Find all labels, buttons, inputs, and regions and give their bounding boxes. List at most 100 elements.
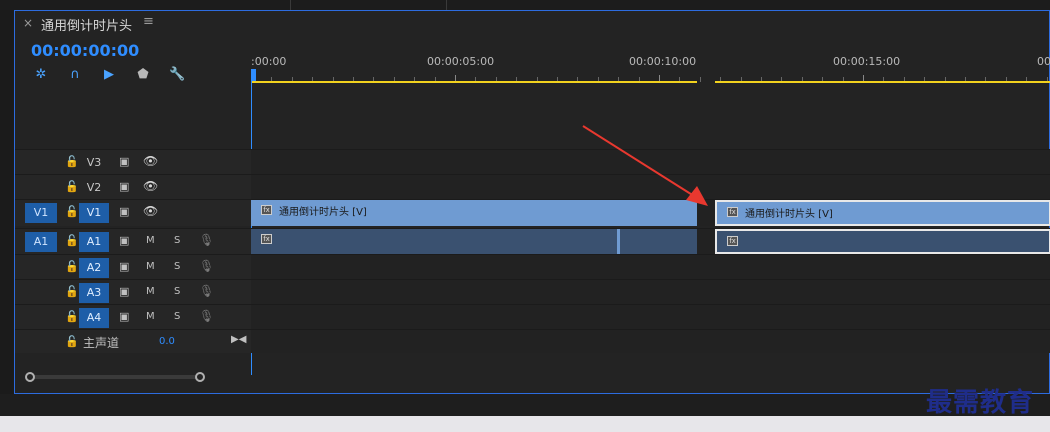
playhead-timecode[interactable]: 00:00:00:00 — [31, 41, 139, 60]
track-name[interactable]: A1 — [79, 232, 109, 252]
film-icon[interactable]: ▣ — [119, 234, 129, 247]
mic-icon[interactable]: 🎙 — [199, 309, 214, 323]
eye-icon[interactable]: 👁 — [143, 204, 158, 218]
lock-icon[interactable]: 🔓 — [65, 180, 79, 193]
clip-marker — [617, 229, 620, 254]
close-icon[interactable]: × — [23, 16, 33, 30]
track-name[interactable]: A3 — [79, 283, 109, 303]
lock-icon[interactable]: 🔓 — [65, 155, 79, 168]
panel-tab-bar: × 通用倒计时片头 ≡ — [15, 11, 1049, 37]
mute-button[interactable]: M — [146, 261, 155, 272]
track-header: 🔓 主声道 0.0 ▶◀ — [15, 330, 251, 353]
track-name[interactable]: V3 — [79, 153, 109, 173]
track-master: 🔓 主声道 0.0 ▶◀ — [15, 329, 1050, 353]
fx-badge-icon: fx — [727, 236, 738, 246]
track-a1: A1 🔓 A1 ▣ M S 🎙 fx fx — [15, 228, 1050, 254]
add-marker-icon[interactable]: ⬟ — [135, 67, 151, 83]
track-name[interactable]: V2 — [79, 178, 109, 198]
film-icon[interactable]: ▣ — [119, 310, 129, 323]
eye-icon[interactable]: 👁 — [143, 179, 158, 193]
lock-icon[interactable]: 🔓 — [65, 205, 79, 218]
watermark-logo: 最需教育 — [926, 388, 1035, 418]
track-lane[interactable]: fx fx — [251, 229, 1050, 254]
mic-icon[interactable]: 🎙 — [199, 284, 214, 298]
ruler-label: 00:00:05:00 — [427, 55, 495, 68]
ruler-label: 00:00:15:00 — [833, 55, 901, 68]
nest-icon[interactable]: ✲ — [33, 67, 49, 83]
lock-icon[interactable]: 🔓 — [65, 260, 79, 273]
clip-label: 通用倒计时片头 [V] — [745, 209, 833, 220]
source-patch[interactable]: A1 — [25, 232, 57, 252]
zoom-scrollbar[interactable] — [25, 372, 205, 382]
mic-icon[interactable]: 🎙 — [199, 233, 214, 247]
track-header: A1 🔓 A1 ▣ M S 🎙 — [15, 229, 251, 254]
ruler-label: 00:00:10:00 — [629, 55, 697, 68]
master-volume-value[interactable]: 0.0 — [159, 336, 175, 347]
time-ruler[interactable]: :00:00 00:00:05:00 00:00:10:00 00:00:15:… — [251, 51, 1050, 89]
mute-button[interactable]: M — [146, 311, 155, 322]
video-clip[interactable]: fx 通用倒计时片头 [V] — [251, 200, 697, 226]
sequence-tab-title[interactable]: 通用倒计时片头 — [41, 15, 132, 34]
solo-button[interactable]: S — [174, 286, 180, 297]
track-v2: 🔓 V2 ▣ 👁 — [15, 174, 1050, 199]
ruler-label: 00:0 — [1037, 55, 1050, 68]
track-a3: 🔓 A3 ▣ M S 🎙 — [15, 279, 1050, 304]
source-patch[interactable]: V1 — [25, 203, 57, 223]
lock-icon[interactable]: 🔓 — [65, 234, 79, 247]
scroll-handle-left[interactable] — [25, 372, 35, 382]
film-icon[interactable]: ▣ — [119, 205, 129, 218]
track-lane[interactable] — [251, 150, 1050, 174]
divider — [446, 0, 447, 10]
solo-button[interactable]: S — [174, 311, 180, 322]
track-lane[interactable] — [251, 330, 1050, 353]
solo-button[interactable]: S — [174, 235, 180, 246]
lock-icon[interactable]: 🔓 — [65, 310, 79, 323]
solo-button[interactable]: S — [174, 261, 180, 272]
audio-clip[interactable]: fx — [251, 229, 697, 254]
wrench-icon[interactable]: 🔧 — [169, 67, 185, 83]
lock-icon[interactable]: 🔓 — [65, 285, 79, 298]
ruler-label: :00:00 — [251, 55, 287, 68]
work-area-bar[interactable] — [715, 81, 1050, 83]
track-lane[interactable] — [251, 175, 1050, 199]
track-name[interactable]: A2 — [79, 258, 109, 278]
track-name[interactable]: V1 — [79, 203, 109, 223]
linked-selection-icon[interactable]: ▶ — [101, 67, 117, 83]
track-header: 🔓 V3 ▣ 👁 — [15, 150, 251, 174]
audio-clip-selected[interactable]: fx — [715, 229, 1050, 254]
video-clip-selected[interactable]: fx 通用倒计时片头 [V] — [715, 200, 1050, 226]
film-icon[interactable]: ▣ — [119, 180, 129, 193]
fx-badge-icon: fx — [261, 205, 272, 215]
track-lane[interactable] — [251, 255, 1050, 279]
work-area-bar[interactable] — [251, 81, 697, 83]
divider — [290, 0, 291, 10]
top-strip — [0, 0, 1050, 10]
fx-badge-icon: fx — [727, 207, 738, 217]
hamburger-icon[interactable]: ≡ — [143, 14, 154, 29]
film-icon[interactable]: ▣ — [119, 285, 129, 298]
track-header: 🔓 A3 ▣ M S 🎙 — [15, 280, 251, 304]
scroll-track[interactable] — [31, 375, 199, 379]
left-gutter — [0, 10, 14, 394]
track-lane[interactable]: fx 通用倒计时片头 [V] fx 通用倒计时片头 [V] — [251, 200, 1050, 226]
track-header: 🔓 A2 ▣ M S 🎙 — [15, 255, 251, 279]
scroll-handle-right[interactable] — [195, 372, 205, 382]
mute-button[interactable]: M — [146, 286, 155, 297]
mic-icon[interactable]: 🎙 — [199, 259, 214, 273]
film-icon[interactable]: ▣ — [119, 260, 129, 273]
snap-magnet-icon[interactable]: ∩ — [67, 67, 83, 83]
track-header: 🔓 A4 ▣ M S 🎙 — [15, 305, 251, 329]
clip-label: 通用倒计时片头 [V] — [279, 207, 367, 218]
mute-button[interactable]: M — [146, 235, 155, 246]
track-name[interactable]: A4 — [79, 308, 109, 328]
master-track-label: 主声道 — [83, 336, 120, 350]
track-v3: 🔓 V3 ▣ 👁 — [15, 149, 1050, 174]
go-to-end-icon[interactable]: ▶◀ — [231, 334, 246, 345]
track-lane[interactable] — [251, 280, 1050, 304]
fx-badge-icon: fx — [261, 234, 272, 244]
eye-icon[interactable]: 👁 — [143, 154, 158, 168]
film-icon[interactable]: ▣ — [119, 155, 129, 168]
track-lane[interactable] — [251, 305, 1050, 329]
track-a2: 🔓 A2 ▣ M S 🎙 — [15, 254, 1050, 279]
lock-icon[interactable]: 🔓 — [65, 335, 79, 348]
